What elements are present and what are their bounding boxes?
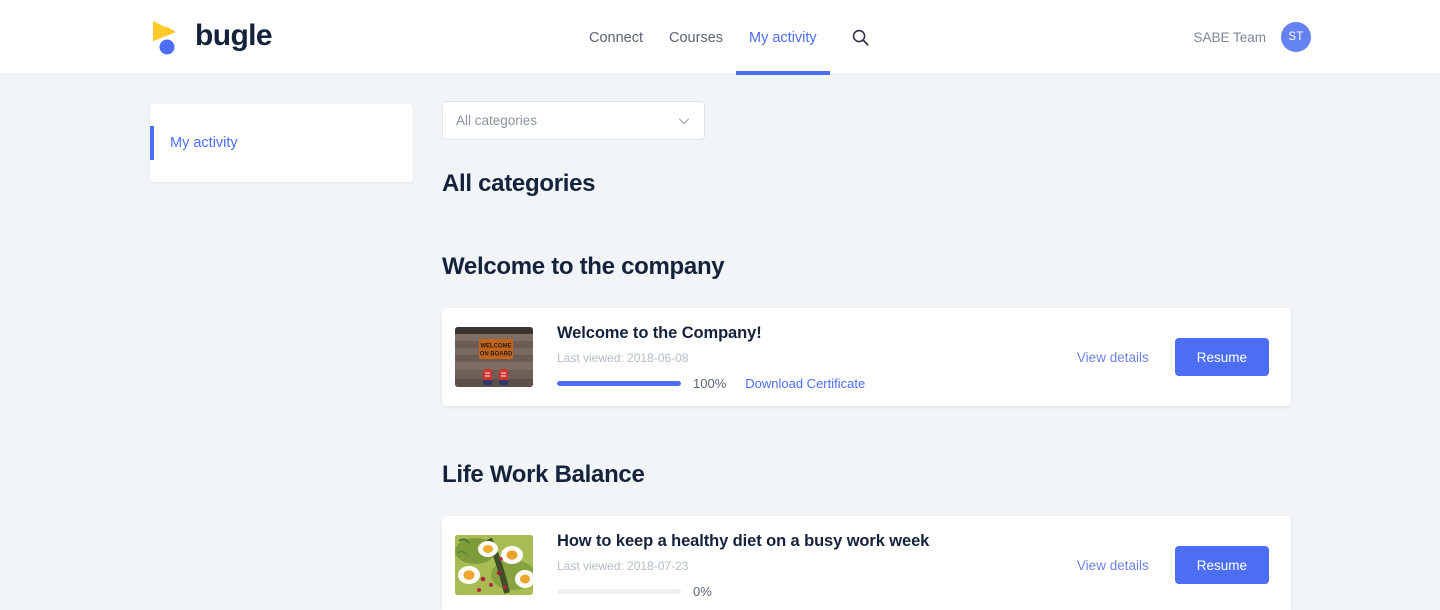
svg-text:ON BOARD: ON BOARD bbox=[480, 352, 513, 358]
progress-percent: 100% bbox=[693, 375, 727, 391]
course-actions: View details Resume bbox=[1077, 546, 1278, 584]
resume-button[interactable]: Resume bbox=[1174, 338, 1269, 376]
course-info: How to keep a healthy diet on a busy wor… bbox=[533, 532, 1077, 599]
avatar[interactable]: ST bbox=[1281, 22, 1311, 52]
nav-item-connect[interactable]: Connect bbox=[589, 0, 656, 75]
brand-wordmark: bugle bbox=[195, 18, 273, 52]
svg-text:WELCOME: WELCOME bbox=[480, 344, 511, 350]
page-body: My activity All categories All categorie… bbox=[0, 75, 1440, 610]
sidebar-item-label: My activity bbox=[170, 135, 238, 151]
course-last-viewed: Last viewed: 2018-06-08 bbox=[557, 350, 689, 365]
app-header: bugle Connect Courses My activity SABE T… bbox=[0, 0, 1440, 75]
category-title: Life Work Balance bbox=[442, 461, 645, 488]
resume-button[interactable]: Resume bbox=[1174, 546, 1269, 584]
view-details-link[interactable]: View details bbox=[1077, 350, 1149, 365]
bugle-logo-icon bbox=[153, 21, 176, 55]
category-filter-select[interactable]: All categories bbox=[442, 101, 705, 140]
category-section: Life Work Balance How to keep a healthy … bbox=[442, 461, 1291, 610]
progress-bar bbox=[557, 380, 681, 386]
page-title: All categories bbox=[442, 170, 596, 197]
course-card[interactable]: WELCOME ON BOARD Welcome to the Company! bbox=[442, 308, 1291, 406]
category-filter-value: All categories bbox=[456, 113, 538, 128]
user-menu[interactable]: SABE Team ST bbox=[1193, 22, 1311, 52]
search-icon[interactable] bbox=[851, 28, 871, 48]
category-section: Welcome to the company WELCOME ON BOARD … bbox=[442, 253, 1291, 406]
download-certificate-link[interactable]: Download Certificate bbox=[745, 376, 865, 391]
chevron-down-icon bbox=[679, 118, 689, 124]
view-details-link[interactable]: View details bbox=[1077, 558, 1149, 573]
primary-nav: Connect Courses My activity bbox=[589, 0, 871, 75]
sidebar: My activity bbox=[150, 104, 413, 182]
progress-percent: 0% bbox=[693, 583, 712, 599]
category-title: Welcome to the company bbox=[442, 253, 725, 280]
user-name: SABE Team bbox=[1193, 29, 1266, 45]
course-thumbnail: WELCOME ON BOARD bbox=[455, 327, 533, 387]
course-title: Welcome to the Company! bbox=[557, 323, 762, 342]
course-progress-row: 0% bbox=[557, 584, 1077, 599]
brand-logo[interactable]: bugle bbox=[150, 18, 273, 55]
course-info: Welcome to the Company! Last viewed: 201… bbox=[533, 324, 1077, 391]
main-content: All categories All categories Welcome to… bbox=[442, 101, 1291, 610]
nav-item-courses[interactable]: Courses bbox=[656, 0, 736, 75]
nav-item-my-activity[interactable]: My activity bbox=[736, 0, 830, 75]
course-card[interactable]: How to keep a healthy diet on a busy wor… bbox=[442, 516, 1291, 610]
course-title: How to keep a healthy diet on a busy wor… bbox=[557, 531, 930, 550]
course-actions: View details Resume bbox=[1077, 338, 1278, 376]
course-thumbnail bbox=[455, 535, 533, 595]
course-progress-row: 100% Download Certificate bbox=[557, 376, 1077, 391]
sidebar-item-my-activity[interactable]: My activity bbox=[150, 126, 413, 160]
course-last-viewed: Last viewed: 2018-07-23 bbox=[557, 558, 689, 573]
progress-bar bbox=[557, 588, 681, 594]
